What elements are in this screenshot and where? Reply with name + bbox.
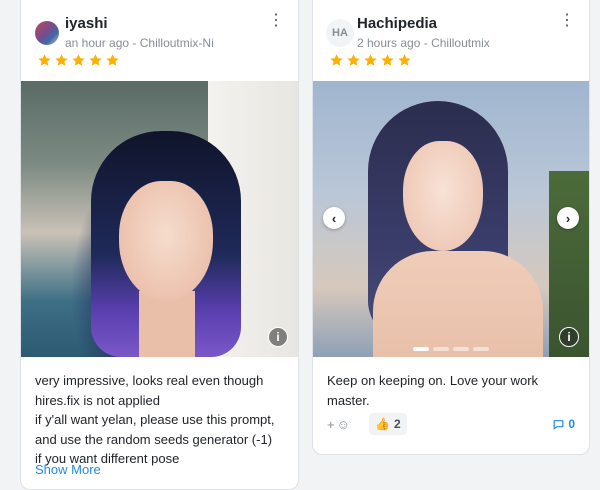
- plus-icon: +: [327, 416, 335, 432]
- kebab-menu-icon[interactable]: ⋮: [268, 13, 284, 29]
- review-header: iyashi an hour ago - Chilloutmix-Ni ⋮: [21, 0, 298, 81]
- thumbs-up-icon: 👍: [375, 417, 390, 431]
- add-reaction-button[interactable]: + ☺: [327, 413, 350, 435]
- timestamp: an hour ago: [65, 36, 130, 50]
- carousel-indicators: [313, 347, 589, 351]
- thumbs-up-reaction[interactable]: 👍 2: [369, 413, 407, 435]
- star-rating: [329, 53, 412, 68]
- face-shape: [119, 181, 213, 301]
- info-icon[interactable]: i: [268, 327, 288, 347]
- review-image[interactable]: i: [21, 81, 298, 357]
- review-meta: an hour ago - Chilloutmix-Ni: [65, 36, 214, 50]
- star-icon: [381, 54, 394, 66]
- star-icon: [72, 54, 85, 66]
- comment-line: Keep on keeping on. Love your work maste…: [327, 373, 539, 408]
- meta-separator: -: [129, 36, 140, 50]
- timestamp: 2 hours ago: [357, 36, 421, 50]
- star-icon: [398, 54, 411, 66]
- star-icon: [347, 54, 360, 66]
- review-meta: 2 hours ago - Chilloutmix: [357, 36, 490, 50]
- carousel-next-button[interactable]: ›: [557, 207, 579, 229]
- avatar[interactable]: HA: [326, 19, 354, 47]
- review-card: iyashi an hour ago - Chilloutmix-Ni ⋮ i …: [20, 0, 299, 490]
- carousel-dot[interactable]: [453, 347, 469, 351]
- reaction-bar: + ☺ 👍 2 0: [327, 413, 575, 435]
- avatar[interactable]: [35, 21, 59, 45]
- star-icon: [55, 54, 68, 66]
- info-icon[interactable]: i: [559, 327, 579, 347]
- username[interactable]: iyashi: [65, 15, 108, 32]
- comment-icon: [553, 419, 564, 429]
- review-card: HA Hachipedia 2 hours ago - Chilloutmix …: [312, 0, 590, 455]
- review-header: HA Hachipedia 2 hours ago - Chilloutmix …: [313, 0, 589, 81]
- kebab-menu-icon[interactable]: ⋮: [559, 13, 575, 29]
- model-name[interactable]: Chilloutmix: [431, 36, 490, 50]
- body-shape: [373, 251, 543, 357]
- review-comment: Keep on keeping on. Love your work maste…: [327, 371, 577, 410]
- star-icon: [38, 54, 51, 66]
- carousel-prev-button[interactable]: ‹: [323, 207, 345, 229]
- username[interactable]: Hachipedia: [357, 15, 437, 32]
- star-icon: [330, 54, 343, 66]
- carousel-dot[interactable]: [413, 347, 429, 351]
- face-shape: [403, 141, 483, 251]
- star-icon: [364, 54, 377, 66]
- carousel-dot[interactable]: [473, 347, 489, 351]
- review-comment: very impressive, looks real even though …: [35, 371, 285, 469]
- comment-line: if y'all want yelan, please use this pro…: [35, 412, 275, 447]
- star-rating: [37, 53, 120, 68]
- reaction-count: 2: [393, 417, 401, 431]
- model-name[interactable]: Chilloutmix-Ni: [140, 36, 214, 50]
- comment-count: 0: [568, 417, 575, 431]
- star-icon: [106, 54, 119, 66]
- carousel-dot[interactable]: [433, 347, 449, 351]
- comment-line: very impressive, looks real even though …: [35, 373, 264, 408]
- review-image-carousel[interactable]: ‹ › i: [313, 81, 589, 357]
- smile-icon: ☺: [336, 416, 350, 432]
- meta-separator: -: [420, 36, 432, 50]
- comments-button[interactable]: 0: [552, 413, 575, 435]
- star-icon: [89, 54, 102, 66]
